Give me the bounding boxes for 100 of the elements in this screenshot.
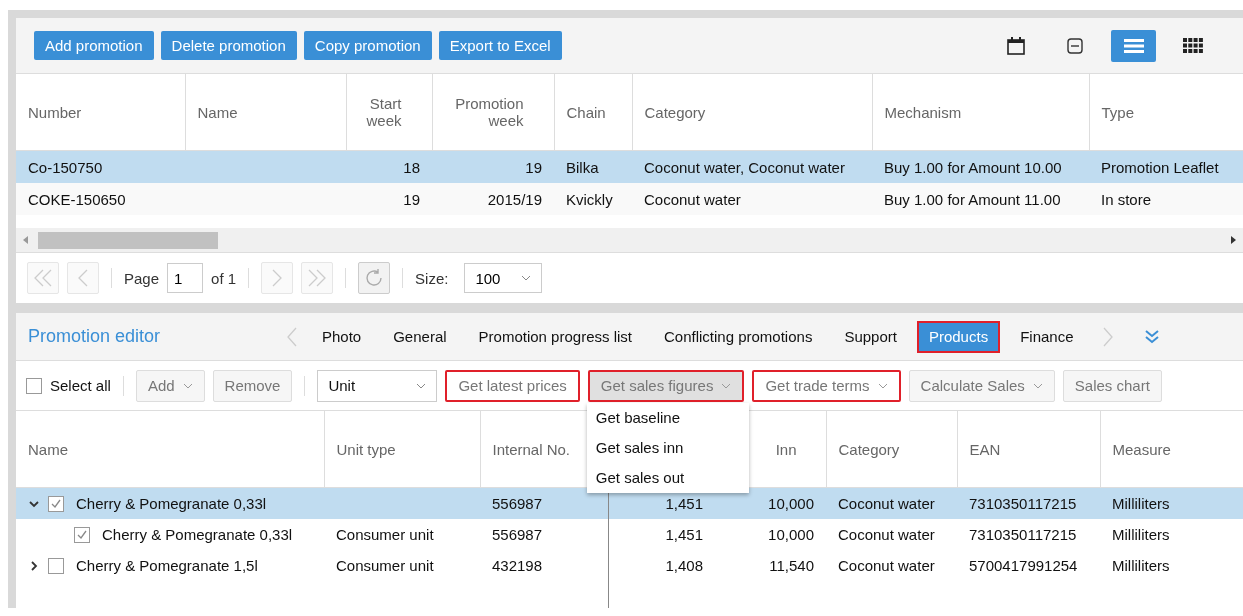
toolbar-button[interactable]: Add promotion: [34, 31, 154, 60]
caret-icon: [721, 382, 732, 389]
first-page-icon[interactable]: [27, 262, 59, 294]
table-row[interactable]: Cherry & Pomegranate 1,5l Consumer unit 432198 1,408 11,540 Coconut water 5700417991254 Milliliters: [16, 550, 1243, 581]
column-header[interactable]: Type: [1101, 103, 1135, 121]
page-size-select[interactable]: 100: [464, 263, 543, 293]
page-label: Page: [124, 269, 160, 287]
column-header[interactable]: Category: [838, 440, 900, 458]
checkbox[interactable]: [74, 526, 90, 543]
table-cell: Coconut water: [838, 557, 935, 574]
scroll-left-icon[interactable]: [22, 235, 30, 245]
column-header[interactable]: Start week: [358, 95, 402, 129]
table-cell: 7310350117215: [969, 495, 1077, 512]
unit-select[interactable]: Unit: [317, 369, 438, 402]
chevron-right-icon[interactable]: [28, 559, 40, 572]
product-name: Cherry & Pomegranate 0,33l: [76, 495, 267, 512]
toolbar-button[interactable]: Sales chart: [1062, 369, 1162, 402]
column-header[interactable]: Internal No.: [492, 440, 571, 458]
table-cell: In store: [1101, 190, 1152, 208]
tab[interactable]: Support: [832, 320, 909, 353]
table-cell: 2015/19: [487, 190, 542, 208]
toolbar-button[interactable]: Remove: [212, 369, 293, 402]
table-cell: 556987: [492, 495, 543, 512]
table-cell: Milliliters: [1112, 495, 1170, 512]
table-cell: Buy 1.00 for Amount 10.00: [884, 158, 1062, 176]
page-field[interactable]: 1: [167, 263, 204, 293]
last-page-icon[interactable]: [301, 262, 334, 294]
table-cell: Coconut water, Coconut water: [644, 158, 845, 176]
menu-button[interactable]: Get trade terms: [752, 369, 901, 402]
checkbox[interactable]: [26, 377, 42, 394]
table-cell: 7310350117215: [969, 526, 1077, 543]
table-cell: 18: [403, 158, 420, 176]
chevron-left-icon[interactable]: [286, 325, 298, 348]
toolbar-button[interactable]: Copy promotion: [303, 31, 432, 60]
column-header[interactable]: Number: [28, 103, 82, 121]
size-label: Size:: [415, 269, 449, 287]
table-cell: 11,540: [769, 557, 814, 574]
menu-button[interactable]: Get sales figures: [587, 369, 745, 402]
checkbox[interactable]: [48, 495, 64, 512]
horizontal-scrollbar[interactable]: [16, 228, 1243, 253]
table-cell: Consumer unit: [336, 526, 434, 543]
table-cell: Milliliters: [1112, 526, 1170, 543]
table-cell: Promotion Leaflet: [1101, 158, 1219, 176]
product-name: Cherry & Pomegranate 1,5l: [76, 557, 258, 574]
caret-icon: [521, 275, 532, 281]
menu-item[interactable]: Get baseline: [586, 402, 749, 433]
menu-button[interactable]: Add: [135, 369, 205, 402]
tab[interactable]: Products: [916, 320, 1001, 353]
table-cell: Kvickly: [566, 190, 613, 208]
scroll-right-icon[interactable]: [1229, 235, 1237, 245]
table-cell: Milliliters: [1112, 557, 1170, 574]
toolbar-button[interactable]: Export to Excel: [438, 31, 562, 60]
column-header[interactable]: Inn: [775, 440, 797, 458]
page-count: of 1: [211, 269, 237, 287]
column-header[interactable]: Chain: [566, 103, 606, 121]
column-header[interactable]: EAN: [969, 440, 1001, 458]
checkbox[interactable]: [48, 557, 64, 574]
caret-icon: [182, 382, 193, 389]
menu-item[interactable]: Get sales inn: [586, 432, 749, 463]
column-header[interactable]: Unit type: [336, 440, 396, 458]
tab[interactable]: Photo: [310, 320, 374, 353]
table-cell: Co-150750: [28, 158, 103, 176]
list-view-icon[interactable]: [1111, 29, 1156, 62]
tab[interactable]: General: [381, 320, 459, 353]
table-cell: 1,451: [665, 495, 703, 512]
table-cell: 5700417991254: [969, 557, 1078, 574]
column-header[interactable]: Measure: [1112, 440, 1171, 458]
column-header[interactable]: Promotion week: [444, 95, 524, 129]
column-header[interactable]: Name: [28, 440, 68, 458]
table-cell: 19: [525, 158, 542, 176]
caret-icon: [1032, 382, 1043, 389]
table-cell: 432198: [492, 557, 543, 574]
checkbox-label[interactable]: Select all: [50, 377, 111, 394]
table-cell: 19: [403, 190, 420, 208]
table-row[interactable]: COKE-150650 19 2015/19 Kvickly Coconut water Buy 1.00 for Amount 11.00 In store: [16, 183, 1243, 215]
toolbar-button[interactable]: Delete promotion: [160, 31, 297, 60]
table-cell: 1,451: [665, 526, 703, 543]
column-header[interactable]: Category: [644, 103, 706, 121]
caret-icon: [416, 382, 427, 389]
table-cell: Bilka: [566, 158, 599, 176]
table-cell: 10,000: [768, 495, 814, 512]
table-row[interactable]: Cherry & Pomegranate 0,33l Consumer unit 556987 1,451 10,000 Coconut water 7310350117215 Milliliters: [16, 519, 1243, 550]
tab[interactable]: Finance: [1008, 320, 1086, 353]
table-cell: Buy 1.00 for Amount 11.00: [884, 190, 1061, 208]
table-cell: COKE-150650: [28, 190, 126, 208]
caret-icon: [877, 382, 888, 389]
column-header[interactable]: Name: [197, 103, 238, 121]
tab[interactable]: Conflicting promotions: [652, 320, 825, 353]
toolbar-button[interactable]: Get latest prices: [445, 369, 580, 402]
table-cell: 1,408: [665, 557, 703, 574]
menu-button[interactable]: Calculate Sales: [908, 369, 1055, 402]
double-chevron-down-icon[interactable]: [1143, 328, 1160, 345]
tab[interactable]: Promotion progress list: [466, 320, 644, 353]
table-cell: Coconut water: [838, 495, 935, 512]
table-cell: 556987: [492, 526, 543, 543]
table-cell: Consumer unit: [336, 557, 434, 574]
refresh-icon[interactable]: [358, 262, 391, 294]
product-name: Cherry & Pomegranate 0,33l: [102, 526, 293, 543]
table-cell: 10,000: [768, 526, 814, 543]
column-header[interactable]: Mechanism: [884, 103, 962, 121]
